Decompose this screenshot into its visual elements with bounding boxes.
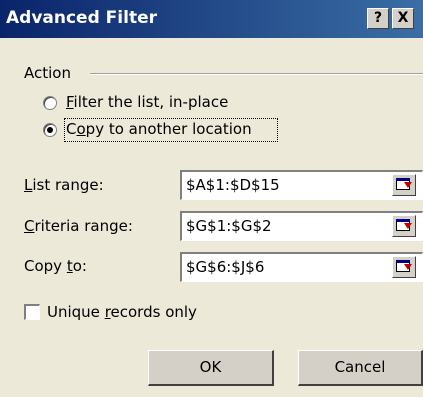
radio-filter-in-place[interactable] bbox=[43, 96, 57, 110]
radio-copy-to-location-label[interactable]: Copy to another location bbox=[66, 120, 252, 138]
copy-to-collapse-button[interactable] bbox=[392, 256, 416, 278]
radio-copy-to-location[interactable] bbox=[43, 123, 57, 137]
list-range-label: List range: bbox=[24, 176, 104, 194]
list-range-collapse-button[interactable] bbox=[392, 174, 416, 196]
list-range-input[interactable]: $A$1:$D$15 bbox=[180, 170, 423, 200]
action-group-divider bbox=[90, 73, 423, 75]
collapse-dialog-icon-arrow bbox=[404, 182, 412, 188]
cancel-button[interactable]: Cancel bbox=[298, 350, 423, 386]
collapse-dialog-icon-bar bbox=[396, 260, 410, 263]
title-bar: Advanced Filter ? X bbox=[0, 0, 423, 38]
close-button[interactable]: X bbox=[392, 8, 414, 29]
help-button[interactable]: ? bbox=[367, 8, 389, 29]
criteria-range-collapse-button[interactable] bbox=[392, 215, 416, 237]
copy-to-label: Copy to: bbox=[24, 257, 87, 275]
unique-records-checkbox[interactable] bbox=[24, 304, 40, 320]
collapse-dialog-icon-bar bbox=[396, 219, 410, 222]
action-group-label: Action bbox=[24, 64, 71, 82]
radio-filter-in-place-label[interactable]: Filter the list, in-place bbox=[66, 93, 228, 111]
criteria-range-label: Criteria range: bbox=[24, 217, 133, 235]
unique-records-label[interactable]: Unique records only bbox=[47, 303, 197, 321]
criteria-range-input[interactable]: $G$1:$G$2 bbox=[180, 211, 423, 241]
collapse-dialog-icon-bar bbox=[396, 178, 410, 181]
window-title: Advanced Filter bbox=[6, 8, 157, 28]
ok-button[interactable]: OK bbox=[148, 350, 274, 386]
collapse-dialog-icon-arrow bbox=[404, 223, 412, 229]
copy-to-input[interactable]: $G$6:$J$6 bbox=[180, 252, 423, 282]
collapse-dialog-icon-arrow bbox=[404, 264, 412, 270]
